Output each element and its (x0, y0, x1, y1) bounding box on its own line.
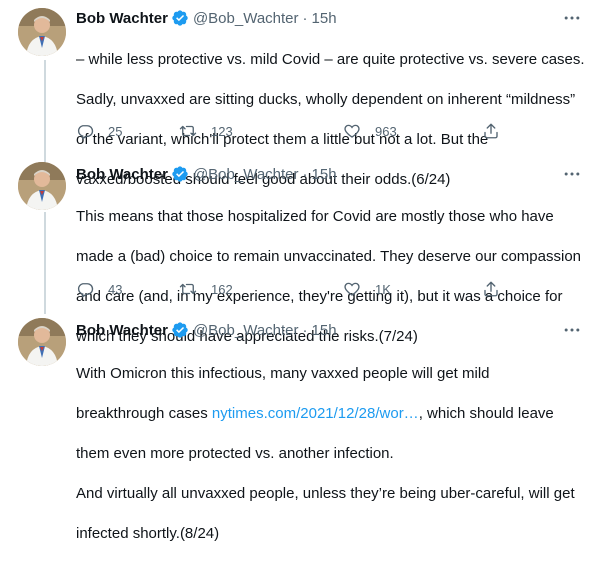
tweet-text-line: made a (bad) choice to remain unvaccinat… (76, 248, 581, 265)
retweet-count: 123 (211, 123, 233, 139)
author-handle[interactable]: @Bob_Wachter (193, 322, 299, 339)
tweet[interactable]: Bob Wachter @Bob_Wachter · 15h With Omic… (0, 304, 598, 542)
retweet-count: 162 (211, 281, 233, 297)
tweet-actions: 43 162 1K (76, 279, 516, 299)
tweet-header: Bob Wachter @Bob_Wachter · 15h (76, 320, 337, 340)
reply-icon (76, 122, 94, 140)
author-name[interactable]: Bob Wachter (76, 166, 168, 183)
tweet[interactable]: Bob Wachter @Bob_Wachter · 15h – while l… (0, 0, 598, 188)
tweet-header: Bob Wachter @Bob_Wachter · 15h (76, 164, 337, 184)
verified-badge-icon (171, 165, 189, 183)
tweet-text-segment: , which should leave (418, 405, 554, 422)
tweet-text-line: Sadly, unvaxxed are sitting ducks, wholl… (76, 91, 576, 108)
tweet-actions: 25 123 963 (76, 121, 516, 141)
more-icon[interactable] (560, 8, 584, 28)
separator-dot: · (302, 165, 308, 183)
timestamp[interactable]: 15h (312, 322, 337, 339)
tweet-text-line: infected shortly.(8/24) (76, 525, 220, 542)
tweet-text: With Omicron this infectious, many vaxxe… (76, 344, 586, 564)
timestamp[interactable]: 15h (312, 10, 337, 27)
share-button[interactable] (482, 122, 500, 140)
author-handle[interactable]: @Bob_Wachter (193, 166, 299, 183)
retweet-icon (179, 122, 197, 140)
tweet-text-line: them even more protected vs. another inf… (76, 445, 394, 462)
author-handle[interactable]: @Bob_Wachter (193, 10, 299, 27)
tweet[interactable]: Bob Wachter @Bob_Wachter · 15h This mean… (0, 152, 598, 345)
reply-icon (76, 280, 94, 298)
like-count: 963 (375, 123, 397, 139)
tweet-text-line: This means that those hospitalized for C… (76, 208, 554, 225)
like-button[interactable]: 1K (343, 280, 391, 298)
timestamp[interactable]: 15h (312, 166, 337, 183)
avatar[interactable] (18, 318, 66, 366)
retweet-icon (179, 280, 197, 298)
more-icon[interactable] (560, 164, 584, 184)
retweet-button[interactable]: 123 (179, 122, 233, 140)
like-icon (343, 280, 361, 298)
like-icon (343, 122, 361, 140)
like-button[interactable]: 963 (343, 122, 397, 140)
avatar[interactable] (18, 8, 66, 56)
tweet-text-line: And virtually all unvaxxed people, unles… (76, 485, 575, 502)
reply-count: 25 (108, 123, 123, 139)
reply-count: 43 (108, 281, 123, 297)
share-icon (482, 122, 500, 140)
author-name[interactable]: Bob Wachter (76, 10, 168, 27)
share-button[interactable] (482, 280, 500, 298)
article-link[interactable]: nytimes.com/2021/12/28/wor… (212, 405, 419, 422)
separator-dot: · (302, 9, 308, 27)
tweet-text-line: With Omicron this infectious, many vaxxe… (76, 365, 490, 382)
avatar[interactable] (18, 162, 66, 210)
tweet-header: Bob Wachter @Bob_Wachter · 15h (76, 8, 337, 28)
verified-badge-icon (171, 321, 189, 339)
tweet-text-segment: breakthrough cases (76, 405, 212, 422)
tweet-text-line: – while less protective vs. mild Covid –… (76, 51, 585, 68)
more-icon[interactable] (560, 320, 584, 340)
author-name[interactable]: Bob Wachter (76, 322, 168, 339)
separator-dot: · (302, 321, 308, 339)
verified-badge-icon (171, 9, 189, 27)
reply-button[interactable]: 25 (76, 122, 122, 140)
reply-button[interactable]: 43 (76, 280, 122, 298)
like-count: 1K (375, 281, 391, 297)
retweet-button[interactable]: 162 (179, 280, 233, 298)
share-icon (482, 280, 500, 298)
tweet-text-line: breakthrough cases nytimes.com/2021/12/2… (76, 404, 586, 424)
